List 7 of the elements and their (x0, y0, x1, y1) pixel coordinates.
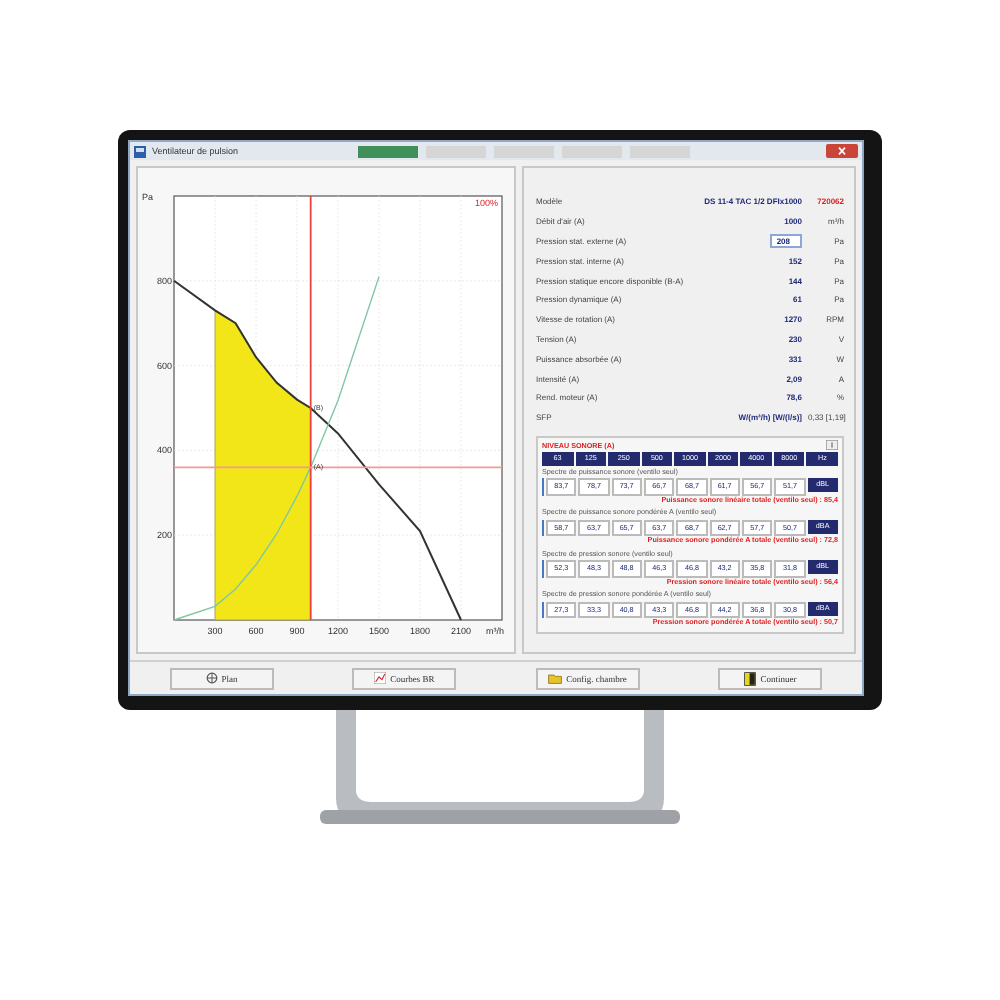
close-button[interactable] (826, 144, 858, 158)
compass-icon (205, 672, 218, 684)
folder-icon (548, 672, 563, 684)
app-icon (134, 145, 146, 157)
chart-icon (374, 672, 387, 684)
door-icon (744, 671, 757, 685)
collapse-icon[interactable] (826, 440, 838, 451)
